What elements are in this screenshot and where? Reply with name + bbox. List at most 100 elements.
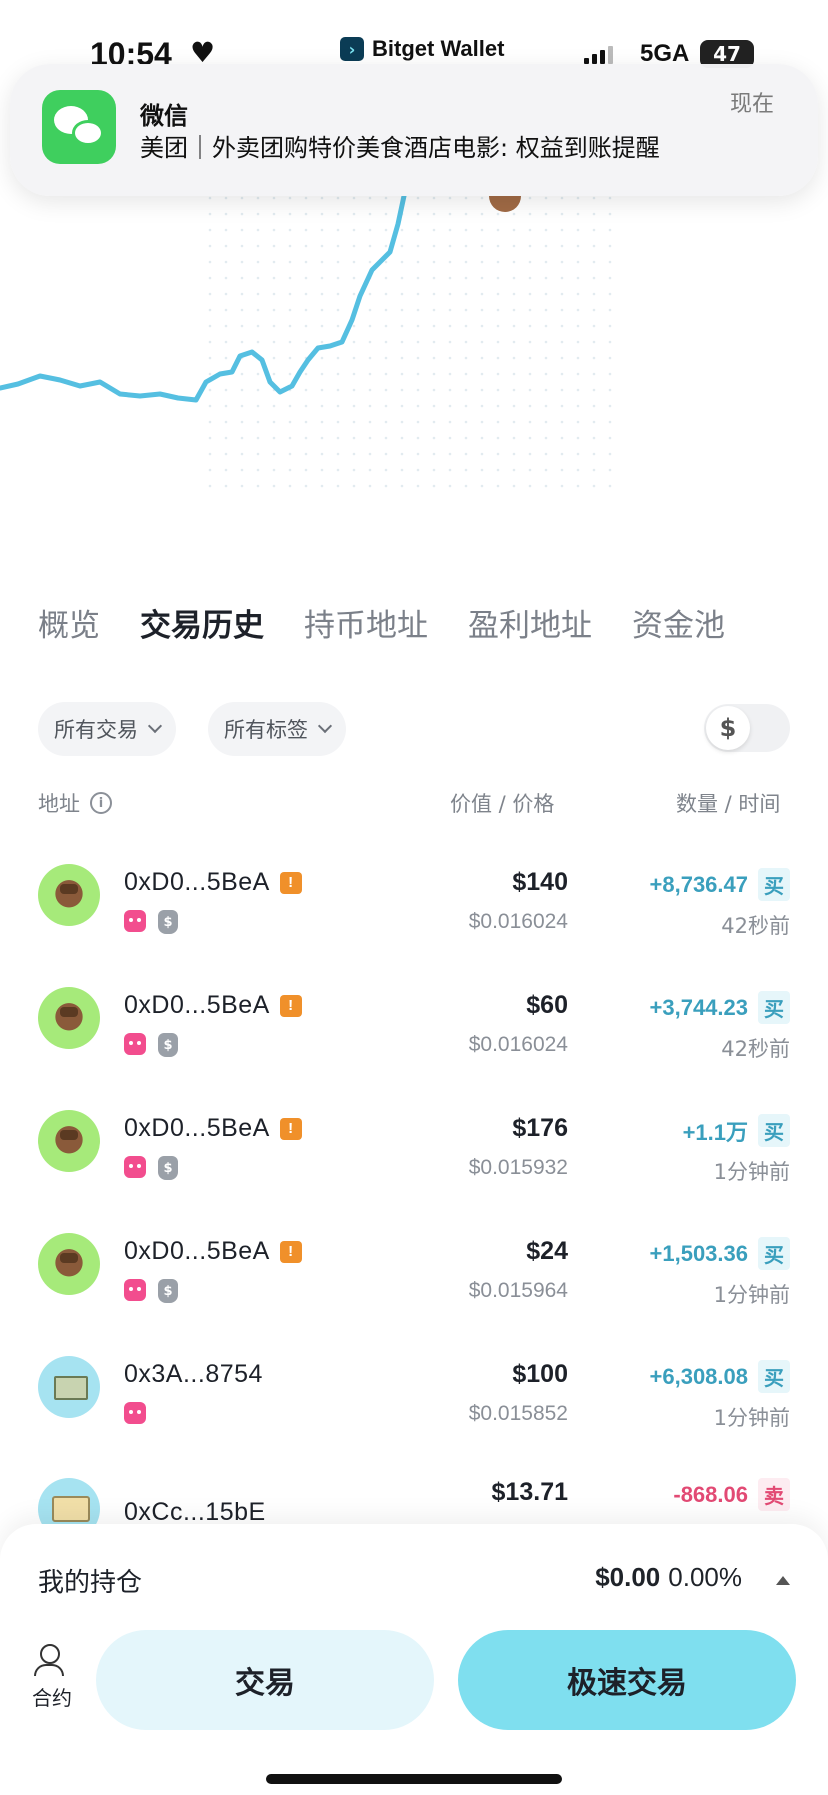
status-app-indicator: › Bitget Wallet xyxy=(340,36,504,62)
trade-row[interactable]: 0xD0...5BeA! $ $24 $0.015964 +1,503.36 买 … xyxy=(0,1233,828,1356)
holdings-summary[interactable]: $0.00 0.00% xyxy=(595,1562,742,1593)
trade-row[interactable]: 0x3A...8754 $100 $0.015852 +6,308.08 买 1分… xyxy=(0,1356,828,1479)
bot-icon xyxy=(124,1279,146,1301)
trade-address-text: 0xD0...5BeA xyxy=(124,1237,270,1265)
trade-address[interactable]: 0xCc...15bE xyxy=(124,1498,266,1527)
avatar xyxy=(38,987,100,1049)
tag-filter[interactable]: 所有标签 xyxy=(208,702,346,756)
trade-address-text: 0x3A...8754 xyxy=(124,1360,263,1388)
trade-side-badge: 买 xyxy=(758,991,790,1024)
trade-qty: +3,744.23 买 xyxy=(650,991,790,1024)
trade-side-badge: 买 xyxy=(758,868,790,901)
chevron-down-icon xyxy=(317,718,333,734)
contract-icon xyxy=(34,1642,70,1678)
trade-tags: $ xyxy=(124,1033,178,1057)
price-chart-svg xyxy=(0,196,620,496)
trade-address[interactable]: 0xD0...5BeA! xyxy=(124,1237,302,1266)
signal-icon xyxy=(584,44,613,64)
trade-value: $60 xyxy=(526,991,568,1019)
trade-address[interactable]: 0x3A...8754 xyxy=(124,1360,263,1389)
trade-side-badge: 卖 xyxy=(758,1478,790,1511)
dollar-icon: $ xyxy=(706,706,750,750)
column-header-value-price: 价值 / 价格 xyxy=(450,792,555,816)
trade-address[interactable]: 0xD0...5BeA! xyxy=(124,1114,302,1143)
wechat-icon xyxy=(42,90,116,164)
trade-value: $13.71 xyxy=(491,1478,568,1506)
tag-filter-label: 所有标签 xyxy=(224,718,308,742)
trade-side-badge: 买 xyxy=(758,1237,790,1270)
status-app-name: Bitget Wallet xyxy=(372,36,505,61)
trade-time: 42秒前 xyxy=(721,914,790,938)
trade-qty-number: +6,308.08 xyxy=(649,1363,748,1389)
info-icon[interactable]: i xyxy=(90,792,112,814)
currency-toggle[interactable]: $ xyxy=(704,704,790,752)
trade-qty-number: -868.06 xyxy=(673,1481,748,1507)
trade-value: $24 xyxy=(526,1237,568,1265)
notification-body: 美团｜外卖团购特价美食酒店电影: 权益到账提醒 xyxy=(140,134,660,162)
trade-qty: -868.06 卖 xyxy=(673,1478,790,1511)
trade-price: $0.016024 xyxy=(468,1033,568,1056)
money-bag-icon: $ xyxy=(158,1279,178,1303)
avatar xyxy=(38,864,100,926)
bot-icon xyxy=(124,1402,146,1424)
trade-address-text: 0xCc...15bE xyxy=(124,1498,266,1526)
tab-overview[interactable]: 概览 xyxy=(38,600,100,645)
trade-price: $0.015932 xyxy=(468,1156,568,1179)
trade-address-text: 0xD0...5BeA xyxy=(124,1114,270,1142)
trade-qty: +8,736.47 买 xyxy=(650,868,790,901)
warning-icon: ! xyxy=(279,1117,302,1140)
trade-row[interactable]: 0xD0...5BeA! $ $60 $0.016024 +3,744.23 买 … xyxy=(0,987,828,1110)
trade-price: $0.016024 xyxy=(468,910,568,933)
trade-value: $100 xyxy=(512,1360,568,1388)
column-header-qty-time: 数量 / 时间 xyxy=(676,792,781,816)
chart-dot-grid xyxy=(200,196,620,496)
tab-trade-history[interactable]: 交易历史 xyxy=(140,600,264,645)
trade-value: $140 xyxy=(512,868,568,896)
trade-row[interactable]: 0xD0...5BeA! $ $176 $0.015932 +1.1万买 1分钟… xyxy=(0,1110,828,1233)
tab-holders[interactable]: 持币地址 xyxy=(304,600,428,645)
notification-app-name: 微信 xyxy=(140,102,188,130)
contract-label: 合约 xyxy=(32,1686,72,1710)
trade-price: $0.015964 xyxy=(468,1279,568,1302)
trade-qty-number: +1,503.36 xyxy=(649,1240,748,1266)
column-header-address: 地址 i xyxy=(38,788,112,818)
trade-tags: $ xyxy=(124,1156,178,1180)
notification-banner[interactable]: 微信 美团｜外卖团购特价美食酒店电影: 权益到账提醒 现在 xyxy=(10,64,818,196)
trade-time: 1分钟前 xyxy=(713,1283,790,1307)
money-bag-icon: $ xyxy=(158,910,178,934)
bottom-sheet: 我的持仓 $0.00 0.00% 合约 交易 极速交易 xyxy=(0,1524,828,1795)
caret-up-icon[interactable] xyxy=(776,1576,790,1585)
tx-type-filter[interactable]: 所有交易 xyxy=(38,702,176,756)
trade-qty: +6,308.08 买 xyxy=(650,1360,790,1393)
contract-button[interactable]: 合约 xyxy=(30,1642,74,1711)
trade-row[interactable]: 0xD0...5BeA! $ $140 $0.016024 +8,736.47 买… xyxy=(0,864,828,987)
warning-icon: ! xyxy=(279,871,302,894)
token-tabs: 概览 交易历史 持币地址 盈利地址 资金池 xyxy=(38,600,725,645)
tab-liquidity-pool[interactable]: 资金池 xyxy=(632,600,725,645)
avatar xyxy=(38,1356,100,1418)
trade-side-badge: 买 xyxy=(758,1114,790,1147)
trade-tags: $ xyxy=(124,1279,178,1303)
avatar xyxy=(38,1110,100,1172)
warning-icon: ! xyxy=(279,994,302,1017)
trade-address[interactable]: 0xD0...5BeA! xyxy=(124,868,302,897)
trade-qty-number: +8,736.47 xyxy=(649,871,748,897)
trade-time: 1分钟前 xyxy=(713,1160,790,1184)
holdings-label: 我的持仓 xyxy=(38,1568,143,1598)
trade-button[interactable]: 交易 xyxy=(96,1630,434,1730)
avatar xyxy=(38,1233,100,1295)
holdings-percent: 0.00% xyxy=(668,1562,742,1592)
trade-qty: +1.1万买 xyxy=(683,1114,790,1147)
money-bag-icon: $ xyxy=(158,1156,178,1180)
column-header-address-label: 地址 xyxy=(38,792,80,816)
trade-address[interactable]: 0xD0...5BeA! xyxy=(124,991,302,1020)
trade-time: 42秒前 xyxy=(721,1037,790,1061)
money-bag-icon: $ xyxy=(158,1033,178,1057)
bot-icon xyxy=(124,910,146,932)
trade-qty-number: +3,744.23 xyxy=(649,994,748,1020)
price-chart[interactable] xyxy=(0,196,828,516)
tab-profitable-addresses[interactable]: 盈利地址 xyxy=(468,600,592,645)
home-indicator xyxy=(266,1774,562,1784)
fast-trade-button[interactable]: 极速交易 xyxy=(458,1630,796,1730)
trade-address-text: 0xD0...5BeA xyxy=(124,868,270,896)
